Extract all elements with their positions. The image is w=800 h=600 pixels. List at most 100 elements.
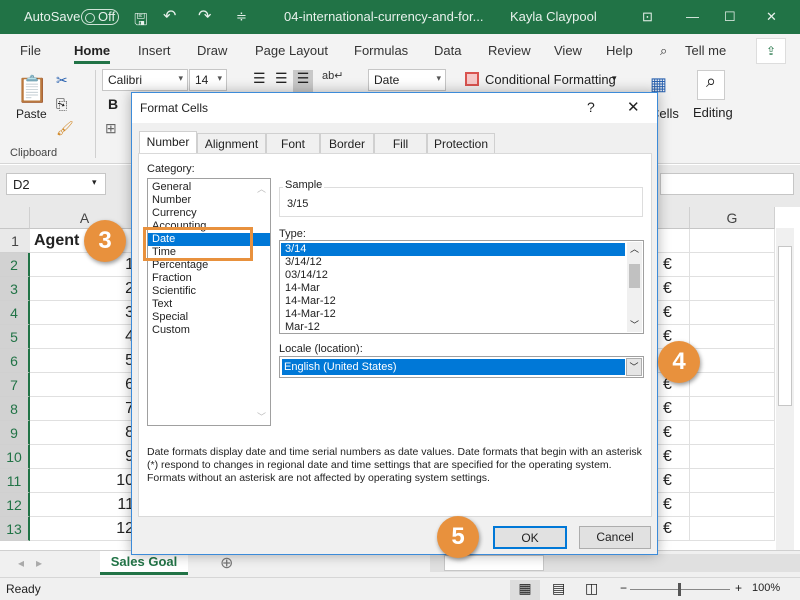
tab-data[interactable]: Data — [434, 43, 461, 58]
cell-a[interactable]: 12 — [30, 517, 140, 541]
tab-formulas[interactable]: Formulas — [354, 43, 408, 58]
tab-help[interactable]: Help — [606, 43, 633, 58]
type-item[interactable]: 3/14/12 — [281, 256, 625, 269]
column-header-f[interactable] — [657, 207, 690, 229]
vertical-scrollbar[interactable] — [776, 228, 794, 550]
category-item[interactable]: Custom — [148, 324, 270, 337]
horizontal-scrollbar[interactable] — [430, 554, 800, 572]
type-item[interactable]: 3/14 — [281, 243, 625, 256]
cell-a[interactable]: 10 — [30, 469, 140, 493]
column-header-a[interactable]: A — [30, 207, 140, 229]
category-item[interactable]: General — [148, 181, 270, 194]
locale-dropdown[interactable]: English (United States) ﹀ — [279, 356, 644, 378]
tab-draw[interactable]: Draw — [197, 43, 227, 58]
ok-button[interactable]: OK — [493, 526, 567, 549]
column-header-g[interactable]: G — [690, 207, 775, 229]
cell-f[interactable]: € — [657, 253, 690, 277]
zoom-level[interactable]: 100% — [752, 582, 780, 594]
cell-a[interactable]: 5 — [30, 349, 140, 373]
cell-g[interactable] — [690, 229, 775, 253]
cell-f[interactable]: € — [657, 277, 690, 301]
cell-g[interactable] — [690, 397, 775, 421]
cell-f[interactable] — [657, 229, 690, 253]
cell-f[interactable]: € — [657, 421, 690, 445]
undo-icon[interactable]: ↶ — [163, 6, 176, 26]
cell-g[interactable] — [690, 469, 775, 493]
cell-a[interactable]: 2 — [30, 277, 140, 301]
chevron-down-icon[interactable]: ﹀ — [626, 358, 642, 376]
category-item[interactable]: Special — [148, 311, 270, 324]
category-item[interactable]: Scientific — [148, 285, 270, 298]
search-icon[interactable]: ⌕ — [660, 43, 667, 59]
prev-sheet-icon[interactable]: ◂ — [18, 556, 24, 570]
customize-toolbar-icon[interactable]: ≑ — [236, 9, 247, 25]
row-header[interactable]: 11 — [0, 469, 30, 493]
row-header[interactable]: 10 — [0, 445, 30, 469]
scroll-down-icon[interactable]: ﹀ — [257, 410, 266, 423]
cell-g[interactable] — [690, 373, 775, 397]
paste-icon[interactable]: 📋 — [16, 74, 48, 105]
row-header[interactable]: 9 — [0, 421, 30, 445]
zoom-in-icon[interactable]: + — [735, 581, 742, 595]
tab-page-layout[interactable]: Page Layout — [255, 43, 328, 58]
redo-icon[interactable]: ↷ — [198, 6, 211, 26]
type-list[interactable]: 3/14 3/14/12 03/14/12 14-Mar 14-Mar-12 14-Mar… — [279, 240, 644, 334]
align-bottom-icon[interactable]: ☰ — [293, 70, 313, 92]
scroll-thumb[interactable] — [778, 246, 792, 406]
row-header[interactable]: 13 — [0, 517, 30, 541]
cell-f[interactable]: € — [657, 493, 690, 517]
row-header[interactable]: 6 — [0, 349, 30, 373]
align-middle-icon[interactable]: ☰ — [275, 70, 288, 87]
cell-g[interactable] — [690, 493, 775, 517]
autosave-toggle[interactable]: Off — [81, 9, 119, 25]
formula-input[interactable] — [660, 173, 794, 195]
tab-font[interactable]: Font — [266, 133, 320, 154]
font-name-dropdown[interactable]: Calibri — [102, 69, 188, 91]
font-size-dropdown[interactable]: 14 — [189, 69, 227, 91]
tab-protection[interactable]: Protection — [427, 133, 495, 154]
select-all-corner[interactable] — [0, 207, 30, 229]
row-header[interactable]: 2 — [0, 253, 30, 277]
category-item[interactable]: Text — [148, 298, 270, 311]
share-icon[interactable]: ⇪ — [756, 38, 786, 64]
cell-a[interactable]: 9 — [30, 445, 140, 469]
tab-home[interactable]: Home — [74, 43, 111, 64]
type-scroll-thumb[interactable] — [629, 264, 640, 288]
cell-g[interactable] — [690, 277, 775, 301]
row-header[interactable]: 12 — [0, 493, 30, 517]
cell-g[interactable] — [690, 445, 775, 469]
maximize-icon[interactable]: ☐ — [724, 9, 736, 25]
name-box[interactable]: D2 — [6, 173, 106, 195]
normal-view-icon[interactable]: ▦ — [510, 580, 540, 600]
save-icon[interactable]: 🖫 — [134, 9, 148, 36]
cell-f[interactable]: € — [657, 445, 690, 469]
bold-button[interactable]: B — [108, 96, 118, 112]
tab-fill[interactable]: Fill — [374, 133, 427, 154]
tab-insert[interactable]: Insert — [138, 43, 171, 58]
category-list[interactable]: General Number Currency Accounting Date Time P… — [147, 178, 271, 426]
scroll-up-icon[interactable]: ︿ — [630, 242, 639, 255]
help-button[interactable]: ? — [587, 99, 595, 115]
cell-f[interactable]: € — [657, 517, 690, 541]
ribbon-display-icon[interactable]: ⊡ — [642, 9, 653, 25]
cell-a[interactable]: 4 — [30, 325, 140, 349]
dialog-close-button[interactable]: ✕ — [627, 98, 640, 116]
cell-a[interactable]: 6 — [30, 373, 140, 397]
page-layout-view-icon[interactable]: ▤ — [552, 580, 565, 597]
wrap-text-icon[interactable]: ab↵ — [322, 69, 343, 82]
tab-file[interactable]: File — [20, 43, 41, 58]
align-top-icon[interactable]: ☰ — [253, 70, 266, 87]
cut-icon[interactable]: ✂ — [56, 72, 68, 89]
tab-view[interactable]: View — [554, 43, 582, 58]
paste-button[interactable]: Paste — [16, 107, 47, 121]
cell-a[interactable]: 3 — [30, 301, 140, 325]
find-icon[interactable]: ⌕ — [697, 70, 725, 100]
cell-f[interactable]: € — [657, 469, 690, 493]
type-item[interactable]: 14-Mar-12 — [281, 295, 625, 308]
category-item[interactable]: Currency — [148, 207, 270, 220]
user-name[interactable]: Kayla Claypool — [510, 9, 597, 24]
cell-a[interactable]: 1 — [30, 253, 140, 277]
row-header[interactable]: 5 — [0, 325, 30, 349]
row-header[interactable]: 3 — [0, 277, 30, 301]
cell-a[interactable]: 8 — [30, 421, 140, 445]
